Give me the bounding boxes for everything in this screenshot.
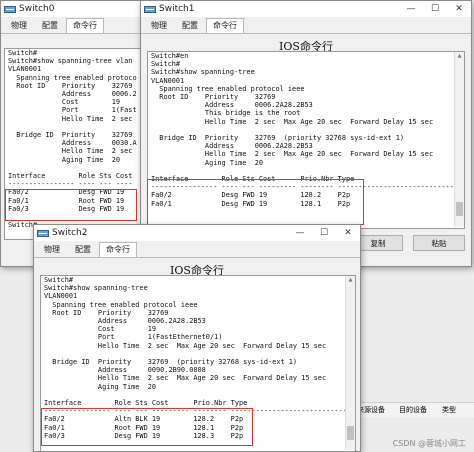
- scroll-up-icon[interactable]: ▲: [346, 276, 355, 284]
- paste-button-label: 粘贴: [431, 238, 447, 248]
- switch1-title: Switch1: [159, 4, 195, 14]
- close-icon[interactable]: ✕: [447, 1, 471, 17]
- scroll-up-icon[interactable]: ▲: [455, 52, 464, 60]
- switch1-tab-config[interactable]: 配置: [175, 18, 205, 33]
- maximize-icon[interactable]: ☐: [423, 1, 447, 17]
- switch1-scrollbar[interactable]: ▲: [454, 52, 464, 227]
- switch1-titlebar[interactable]: Switch1 — ☐ ✕: [141, 1, 471, 17]
- switch0-port-highlight: [5, 189, 137, 221]
- switch0-tabbar: 物理 配置 命令行: [1, 17, 151, 34]
- close-icon[interactable]: ✕: [336, 225, 360, 241]
- switch2-tab-physical[interactable]: 物理: [37, 242, 67, 257]
- bg-col-type[interactable]: 类型: [434, 405, 464, 415]
- switch-app-icon: [37, 229, 49, 237]
- watermark: CSDN @蓉城小网工: [392, 439, 466, 448]
- copy-button-label: 复制: [370, 238, 386, 248]
- switch2-window-controls: — ☐ ✕: [288, 225, 360, 241]
- switch-app-icon: [144, 5, 156, 13]
- switch1-window-controls: — ☐ ✕: [399, 1, 471, 17]
- switch1-tab-physical[interactable]: 物理: [144, 18, 174, 33]
- switch1-tabbar: 物理 配置 命令行: [141, 17, 471, 34]
- switch0-titlebar[interactable]: Switch0: [1, 1, 151, 17]
- paste-button[interactable]: 粘贴: [413, 235, 465, 251]
- scroll-thumb[interactable]: [347, 426, 354, 440]
- minimize-icon[interactable]: —: [288, 225, 312, 241]
- maximize-icon[interactable]: ☐: [312, 225, 336, 241]
- switch0-tab-cli[interactable]: 命令行: [66, 18, 104, 33]
- switch2-scrollbar[interactable]: ▲: [345, 276, 355, 450]
- background-device-bar: 来源设备 目的设备 类型: [350, 402, 474, 417]
- scroll-thumb[interactable]: [456, 202, 463, 216]
- switch0-tab-physical[interactable]: 物理: [4, 18, 34, 33]
- switch2-tab-cli[interactable]: 命令行: [99, 242, 137, 257]
- minimize-icon[interactable]: —: [399, 1, 423, 17]
- bg-col-destination[interactable]: 目的设备: [392, 405, 434, 415]
- switch0-title: Switch0: [19, 4, 55, 14]
- switch2-tabbar: 物理 配置 命令行: [34, 241, 360, 258]
- switch2-tab-config[interactable]: 配置: [68, 242, 98, 257]
- switch2-title: Switch2: [52, 228, 88, 238]
- switch2-window: Switch2 — ☐ ✕ 物理 配置 命令行 IOS命令行 Switch# S…: [33, 224, 361, 452]
- switch1-port-highlight: [147, 179, 364, 225]
- switch1-tab-cli[interactable]: 命令行: [206, 18, 244, 33]
- switch2-titlebar[interactable]: Switch2 — ☐ ✕: [34, 225, 360, 241]
- switch-app-icon: [4, 5, 16, 13]
- switch0-tab-config[interactable]: 配置: [35, 18, 65, 33]
- switch2-port-highlight: [41, 408, 253, 446]
